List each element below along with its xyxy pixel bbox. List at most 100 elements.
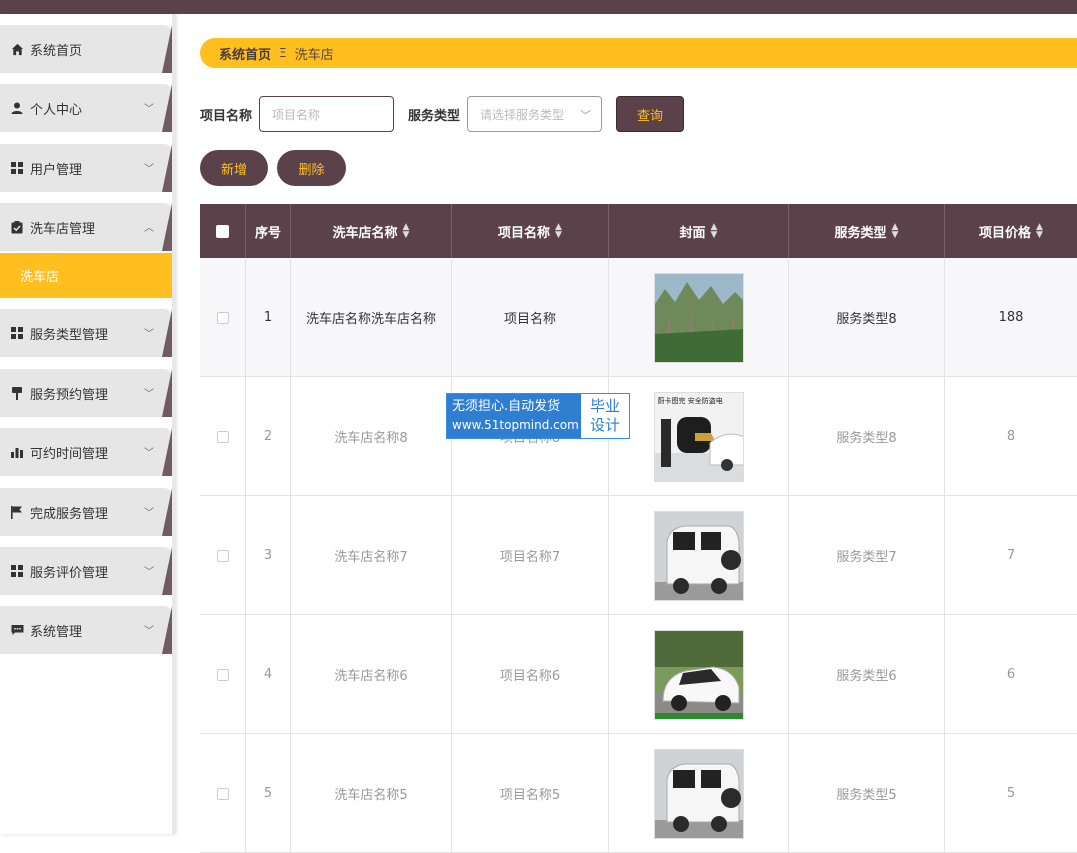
row-service-type: 服务类型5 [789, 734, 945, 853]
sidebar-item-label: 服务评价管理 [30, 565, 109, 581]
watermark-right2: 设计 [589, 416, 620, 434]
watermark-line2: www.51topmind.com [452, 418, 579, 432]
user-icon [10, 101, 24, 115]
row-project-name: 项目名称 [452, 258, 609, 377]
chevron-down-icon: ﹀ [144, 389, 154, 400]
cover-image-small-car[interactable] [653, 629, 744, 720]
row-index: 5 [246, 734, 291, 853]
sidebar-item-service-type-management[interactable]: 服务类型管理 ﹀ [0, 309, 172, 357]
sidebar-item-personal-center[interactable]: 个人中心 ﹀ [0, 84, 172, 132]
grid-icon [10, 564, 24, 578]
table-row[interactable]: 2 洗车店名称8 项目名称8 蔚卡图完 安全防盗电 服务类型8 8 [200, 377, 1077, 496]
row-shop-name: 洗车店名称6 [291, 615, 452, 734]
breadcrumb-home[interactable]: 系统首页 [219, 44, 271, 63]
sidebar-item-review-management[interactable]: 服务评价管理 ﹀ [0, 547, 172, 595]
row-service-type: 服务类型7 [789, 496, 945, 615]
breadcrumb-current: 洗车店 [294, 47, 334, 63]
query-button[interactable]: 查询 [616, 96, 684, 132]
row-index: 1 [246, 258, 291, 377]
row-price: 8 [1006, 429, 1016, 444]
sort-icon[interactable]: ▲ ▼ [403, 223, 410, 240]
header-price[interactable]: 项目价格 ▲ ▼ [945, 204, 1077, 258]
row-checkbox[interactable] [216, 787, 229, 800]
bar-chart-icon [10, 445, 24, 459]
add-button[interactable]: 新增 [200, 150, 268, 186]
sidebar-item-label: 系统管理 [30, 624, 83, 640]
row-checkbox[interactable] [216, 311, 229, 324]
clipboard-icon [10, 220, 24, 234]
table-row[interactable]: 5 洗车店名称5 项目名称5 服务类型5 5 [200, 734, 1077, 853]
service-type-select[interactable]: 请选择服务类型 ﹀ [467, 96, 602, 132]
sort-icon[interactable]: ▲ ▼ [711, 223, 718, 240]
pin-icon [10, 386, 24, 400]
watermark-line1: 无须担心.自动发货 [452, 399, 561, 414]
cover-image-mountain[interactable] [653, 272, 744, 363]
delete-button[interactable]: 删除 [277, 150, 346, 186]
row-service-type: 服务类型8 [789, 377, 945, 496]
breadcrumb-separator: Ξ [279, 46, 287, 60]
chevron-up-icon: ︿ [144, 223, 154, 234]
chat-icon [10, 623, 24, 637]
grid-icon [10, 326, 24, 340]
sidebar-item-label: 完成服务管理 [30, 506, 109, 522]
chevron-down-icon: ﹀ [580, 109, 591, 122]
sidebar-item-label: 服务类型管理 [30, 327, 109, 343]
select-all-checkbox[interactable] [216, 224, 229, 238]
watermark-right1: 毕业 [589, 397, 620, 415]
sidebar-scroll-rail [172, 14, 176, 834]
project-name-label: 项目名称 [200, 109, 253, 124]
sidebar-item-booking-management[interactable]: 服务预约管理 ﹀ [0, 369, 172, 417]
cover-image-charger[interactable]: 蔚卡图完 安全防盗电 [653, 391, 744, 482]
chevron-down-icon: ﹀ [144, 567, 154, 578]
row-project-name: 项目名称6 [452, 615, 609, 734]
sort-icon[interactable]: ▲ ▼ [892, 223, 899, 240]
chevron-down-icon: ﹀ [144, 448, 154, 459]
row-price: 7 [1006, 548, 1016, 563]
chevron-down-icon: ﹀ [144, 508, 154, 519]
breadcrumb: 系统首页 Ξ 洗车店 [200, 38, 1077, 68]
chevron-down-icon: ﹀ [144, 329, 154, 340]
header-service-type[interactable]: 服务类型 ▲ ▼ [789, 204, 945, 258]
row-shop-name: 洗车店名称洗车店名称 [291, 258, 452, 377]
row-index: 4 [246, 615, 291, 734]
chevron-down-icon: ﹀ [144, 164, 154, 175]
header-shop-name[interactable]: 洗车店名称 ▲ ▼ [291, 204, 452, 258]
header-index: 序号 [246, 204, 291, 258]
header-select-all[interactable] [200, 204, 246, 258]
sidebar-item-label: 用户管理 [30, 162, 83, 178]
sidebar-item-completed-service-management[interactable]: 完成服务管理 ﹀ [0, 488, 172, 536]
row-checkbox[interactable] [216, 668, 229, 681]
sidebar-subitem-carwash[interactable]: 洗车店 [0, 253, 172, 298]
sidebar-item-user-management[interactable]: 用户管理 ﹀ [0, 144, 172, 192]
row-project-name: 项目名称5 [452, 734, 609, 853]
table-row[interactable]: 3 洗车店名称7 项目名称7 服务类型7 7 [200, 496, 1077, 615]
service-type-label: 服务类型 [408, 109, 461, 124]
header-cover[interactable]: 封面 ▲ ▼ [609, 204, 789, 258]
sidebar-item-home[interactable]: 系统首页 [0, 25, 172, 73]
table-row[interactable]: 1 洗车店名称洗车店名称 项目名称 服务类型8 188 [200, 258, 1077, 377]
sidebar [0, 14, 174, 834]
row-checkbox[interactable] [216, 430, 229, 443]
project-name-input[interactable]: 项目名称 [259, 96, 394, 132]
sidebar-item-carwash-management[interactable]: 洗车店管理 ︿ [0, 203, 172, 251]
sidebar-item-available-time-management[interactable]: 可约时间管理 ﹀ [0, 428, 172, 476]
sidebar-item-system-management[interactable]: 系统管理 ﹀ [0, 606, 172, 654]
header-project-name[interactable]: 项目名称 ▲ ▼ [452, 204, 609, 258]
chevron-down-icon: ﹀ [144, 104, 154, 115]
watermark-badge: 无须担心.自动发货 www.51topmind.com 毕业 设计 [446, 393, 630, 439]
sort-icon[interactable]: ▲ ▼ [1036, 223, 1043, 240]
row-shop-name: 洗车店名称7 [291, 496, 452, 615]
row-price: 6 [1006, 667, 1016, 682]
table-row[interactable]: 4 洗车店名称6 项目名称6 服务类型6 6 [200, 615, 1077, 734]
row-checkbox[interactable] [216, 549, 229, 562]
row-index: 3 [246, 496, 291, 615]
project-name-placeholder: 项目名称 [272, 107, 321, 122]
row-service-type: 服务类型6 [789, 615, 945, 734]
table-header: 序号 洗车店名称 ▲ ▼ 项目名称 ▲ ▼ 封面 ▲ ▼ 服务类型 ▲ ▼ 项目价格 ▲… [200, 204, 1077, 258]
cover-image-white-car[interactable] [653, 748, 744, 839]
grid-icon [10, 161, 24, 175]
sort-icon[interactable]: ▲ ▼ [555, 223, 562, 240]
cover-image-white-car[interactable] [653, 510, 744, 601]
row-index: 2 [246, 377, 291, 496]
row-price: 188 [998, 310, 1024, 325]
